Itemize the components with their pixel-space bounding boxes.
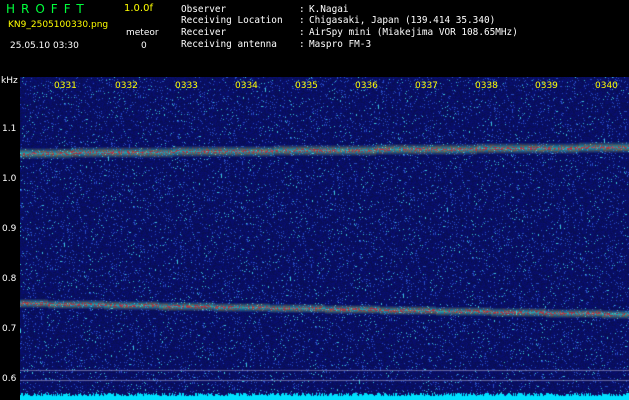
- y-tick-label: 0.8: [2, 274, 17, 284]
- y-tick-label: 0.6: [2, 374, 17, 384]
- x-tick-label: 0335: [295, 81, 318, 91]
- x-tick-label: 0340: [595, 81, 618, 91]
- x-tick-label: 0333: [175, 81, 198, 91]
- info-value-antenna: Maspro FM-3: [309, 39, 372, 50]
- y-tick-label: 0.7: [2, 324, 17, 334]
- info-value-receiver: AirSpy mini (Miakejima VOR 108.65MHz): [309, 27, 518, 38]
- info-key-receiver: Receiver: [181, 27, 227, 38]
- meteor-label: meteor: [126, 28, 159, 38]
- y-tick-label: 1.1: [2, 124, 17, 134]
- info-key-observer: Observer: [181, 4, 227, 15]
- y-tick-label: 0.9: [2, 224, 17, 234]
- file-name: KN9_2505100330.png: [8, 20, 109, 30]
- info-separator: :: [299, 39, 305, 50]
- header-panel: HROFFT 1.0.0f KN9_2505100330.png meteor …: [0, 0, 629, 76]
- y-tick-label: 1.0: [2, 174, 17, 184]
- meteor-count: 0: [141, 41, 147, 51]
- app-version: 1.0.0f: [124, 3, 153, 14]
- info-separator: :: [299, 15, 305, 26]
- x-tick-label: 0334: [235, 81, 258, 91]
- info-value-observer: K.Nagai: [309, 4, 349, 15]
- spectrogram-waterfall: [20, 77, 629, 400]
- info-key-antenna: Receiving antenna: [181, 39, 277, 50]
- app-title: HROFFT: [6, 2, 90, 16]
- date-time: 25.05.10 03:30: [10, 41, 79, 51]
- info-separator: :: [299, 4, 305, 15]
- x-tick-label: 0338: [475, 81, 498, 91]
- x-tick-label: 0339: [535, 81, 558, 91]
- x-tick-label: 0331: [54, 81, 77, 91]
- axis-unit-label: kHz: [1, 76, 18, 86]
- x-tick-label: 0332: [115, 81, 138, 91]
- x-tick-label: 0337: [415, 81, 438, 91]
- info-separator: :: [299, 27, 305, 38]
- info-value-location: Chigasaki, Japan (139.414 35.340): [309, 15, 496, 26]
- x-tick-label: 0336: [355, 81, 378, 91]
- info-key-location: Receiving Location: [181, 15, 283, 26]
